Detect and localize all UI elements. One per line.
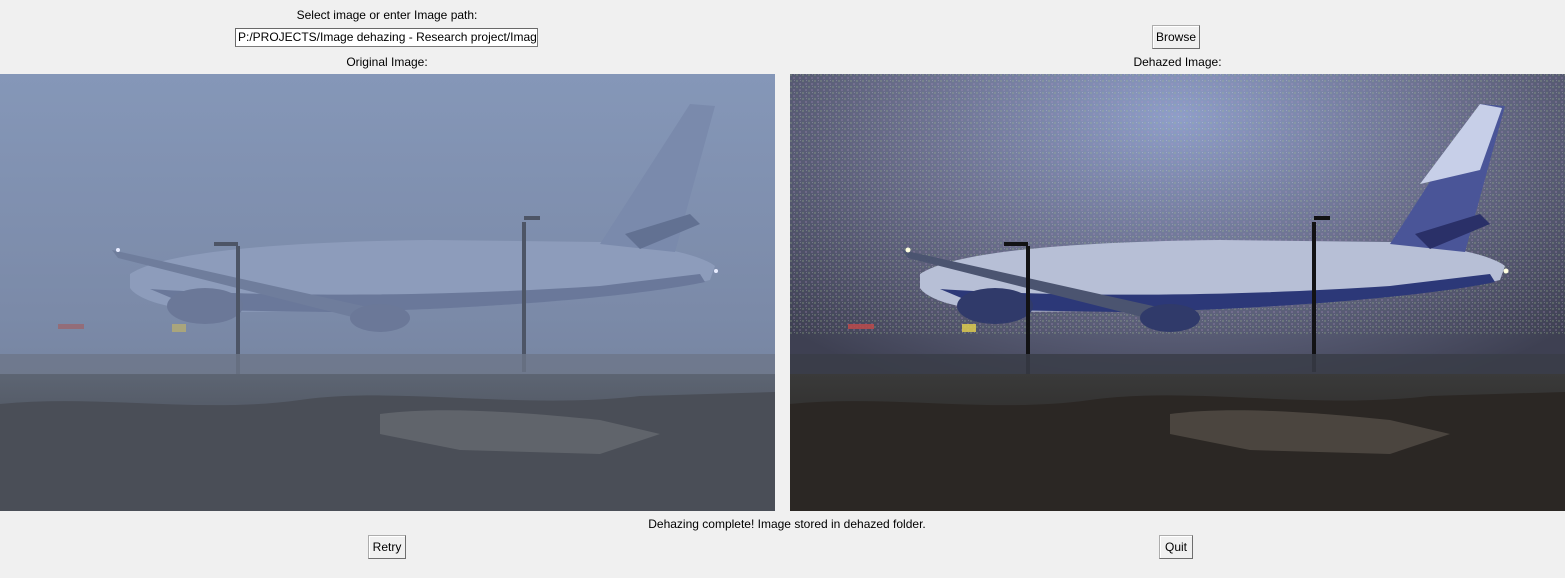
- original-image: [0, 74, 775, 511]
- quit-button[interactable]: Quit: [1159, 535, 1193, 559]
- dehazed-image: [790, 74, 1565, 511]
- original-image-caption: Original Image:: [346, 55, 428, 69]
- image-path-input[interactable]: P:/PROJECTS/Image dehazing - Research pr…: [235, 28, 538, 47]
- retry-button[interactable]: Retry: [368, 535, 406, 559]
- path-prompt-label: Select image or enter Image path:: [296, 8, 478, 22]
- dehazed-image-caption: Dehazed Image:: [1133, 55, 1222, 69]
- status-message: Dehazing complete! Image stored in dehaz…: [648, 517, 926, 531]
- browse-button[interactable]: Browse: [1152, 25, 1200, 49]
- app-window: Select image or enter Image path: P:/PRO…: [0, 0, 1565, 578]
